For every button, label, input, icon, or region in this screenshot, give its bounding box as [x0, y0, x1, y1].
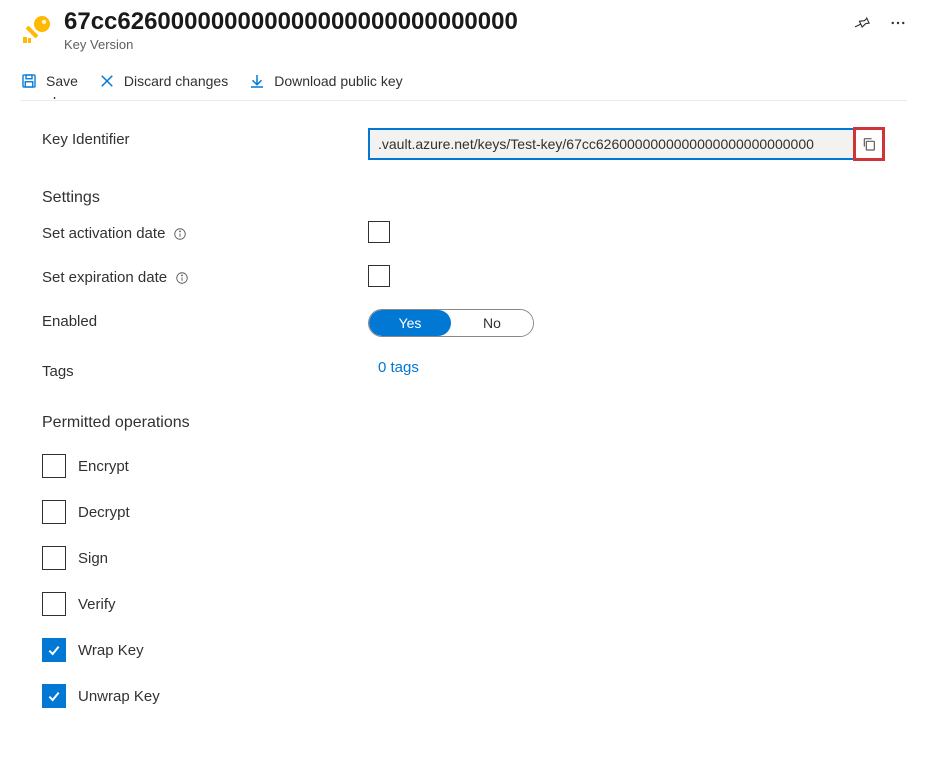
operation-row: Wrap Key — [42, 638, 885, 662]
key-icon — [20, 14, 52, 46]
key-identifier-label: Key Identifier — [42, 127, 368, 148]
enabled-no[interactable]: No — [451, 310, 533, 336]
operation-checkbox[interactable] — [42, 684, 66, 708]
operation-row: Unwrap Key — [42, 684, 885, 708]
operation-checkbox[interactable] — [42, 638, 66, 662]
operation-label: Wrap Key — [78, 642, 144, 659]
operation-checkbox[interactable] — [42, 546, 66, 570]
copy-highlight — [853, 127, 885, 161]
tags-label: Tags — [42, 359, 368, 380]
operation-row: Verify — [42, 592, 885, 616]
operation-row: Encrypt — [42, 454, 885, 478]
tags-link[interactable]: 0 tags — [368, 359, 419, 376]
expiration-date-checkbox[interactable] — [368, 265, 390, 287]
page-subtitle: Key Version — [64, 37, 841, 52]
pin-icon[interactable] — [853, 14, 871, 32]
activation-date-label: Set activation date — [42, 221, 368, 242]
more-icon[interactable] — [889, 14, 907, 32]
save-button[interactable]: Save — [20, 72, 78, 90]
download-label: Download public key — [274, 73, 402, 89]
operation-checkbox[interactable] — [42, 592, 66, 616]
activation-date-checkbox[interactable] — [368, 221, 390, 243]
operation-label: Decrypt — [78, 504, 130, 521]
enabled-toggle[interactable]: Yes No — [368, 309, 534, 337]
operation-label: Encrypt — [78, 458, 129, 475]
save-label: Save — [46, 73, 78, 89]
operation-row: Sign — [42, 546, 885, 570]
operation-label: Verify — [78, 596, 116, 613]
operation-label: Unwrap Key — [78, 688, 160, 705]
expiration-date-label: Set expiration date — [42, 265, 368, 286]
download-button[interactable]: Download public key — [248, 72, 402, 90]
operation-label: Sign — [78, 550, 108, 567]
operation-row: Decrypt — [42, 500, 885, 524]
operation-checkbox[interactable] — [42, 500, 66, 524]
permitted-operations-list: Encrypt Decrypt Sign Verify Wrap Key Unwrap K… — [42, 454, 885, 708]
info-icon[interactable] — [173, 227, 187, 241]
page-title: 67cc626000000000000000000000000000 — [64, 8, 841, 36]
enabled-label: Enabled — [42, 309, 368, 330]
permitted-heading: Permitted operations — [42, 414, 885, 432]
key-identifier-field[interactable] — [368, 128, 855, 160]
copy-icon[interactable] — [861, 136, 877, 152]
operation-checkbox[interactable] — [42, 454, 66, 478]
discard-label: Discard changes — [124, 73, 228, 89]
toolbar: Save Discard changes Download public key — [20, 64, 907, 101]
info-icon[interactable] — [175, 271, 189, 285]
settings-heading: Settings — [42, 189, 885, 207]
updated-label: Updated — [42, 97, 885, 105]
discard-button[interactable]: Discard changes — [98, 72, 228, 90]
enabled-yes[interactable]: Yes — [369, 310, 451, 336]
key-identifier-input[interactable] — [370, 130, 853, 158]
